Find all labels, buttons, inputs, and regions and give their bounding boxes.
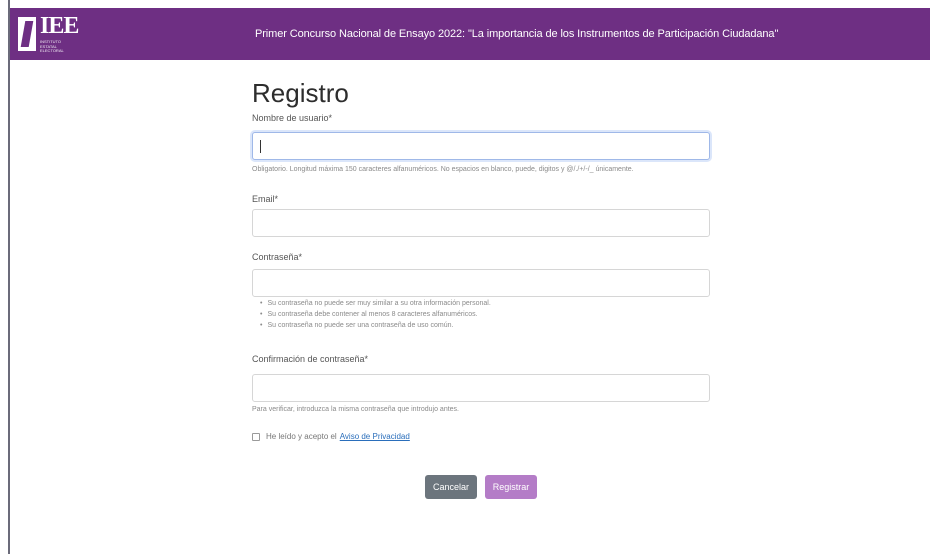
password-confirm-input[interactable] [252,374,710,402]
password-input[interactable] [252,269,710,297]
register-button[interactable]: Registrar [485,475,537,499]
password-label: Contraseña* [252,252,303,262]
username-help-text: Obligatorio. Longitud máxima 150 caracte… [252,166,634,173]
password-rule: Su contraseña debe contener al menos 8 c… [260,309,491,320]
logo-mark-icon [18,17,36,51]
privacy-label: He leído y acepto el [266,432,337,441]
cancel-button[interactable]: Cancelar [425,475,477,499]
header-title: Primer Concurso Nacional de Ensayo 2022:… [255,28,779,40]
iee-logo[interactable]: IEE INSTITUTO ESTATAL ELECTORAL [18,13,79,54]
text-caret [260,140,261,153]
page-title: Registro [252,78,349,108]
form-actions: Cancelar Registrar [252,475,710,499]
privacy-consent-row: He leído y acepto el Aviso de Privacidad [252,432,410,441]
email-label: Email* [252,194,279,204]
password-rule: Su contraseña no puede ser muy similar a… [260,298,490,309]
logo-subtext: INSTITUTO ESTATAL ELECTORAL [40,39,64,54]
site-header: IEE INSTITUTO ESTATAL ELECTORAL Primer C… [10,8,930,60]
username-input[interactable] [252,132,710,160]
password-confirm-help-text: Para verificar, introduzca la misma cont… [252,406,459,413]
password-rules-list: Su contraseña no puede ser muy similar a… [260,298,491,331]
logo-text: IEE INSTITUTO ESTATAL ELECTORAL [40,13,79,54]
password-rule: Su contraseña no puede ser una contraseñ… [260,320,491,331]
window-frame-line [8,0,10,554]
email-input[interactable] [252,209,710,237]
logo-wordmark: IEE [40,13,79,40]
username-label: Nombre de usuario* [252,113,333,123]
privacy-checkbox[interactable] [252,432,260,441]
privacy-notice-link[interactable]: Aviso de Privacidad [340,432,410,441]
password-confirm-label: Confirmación de contraseña* [252,354,369,364]
